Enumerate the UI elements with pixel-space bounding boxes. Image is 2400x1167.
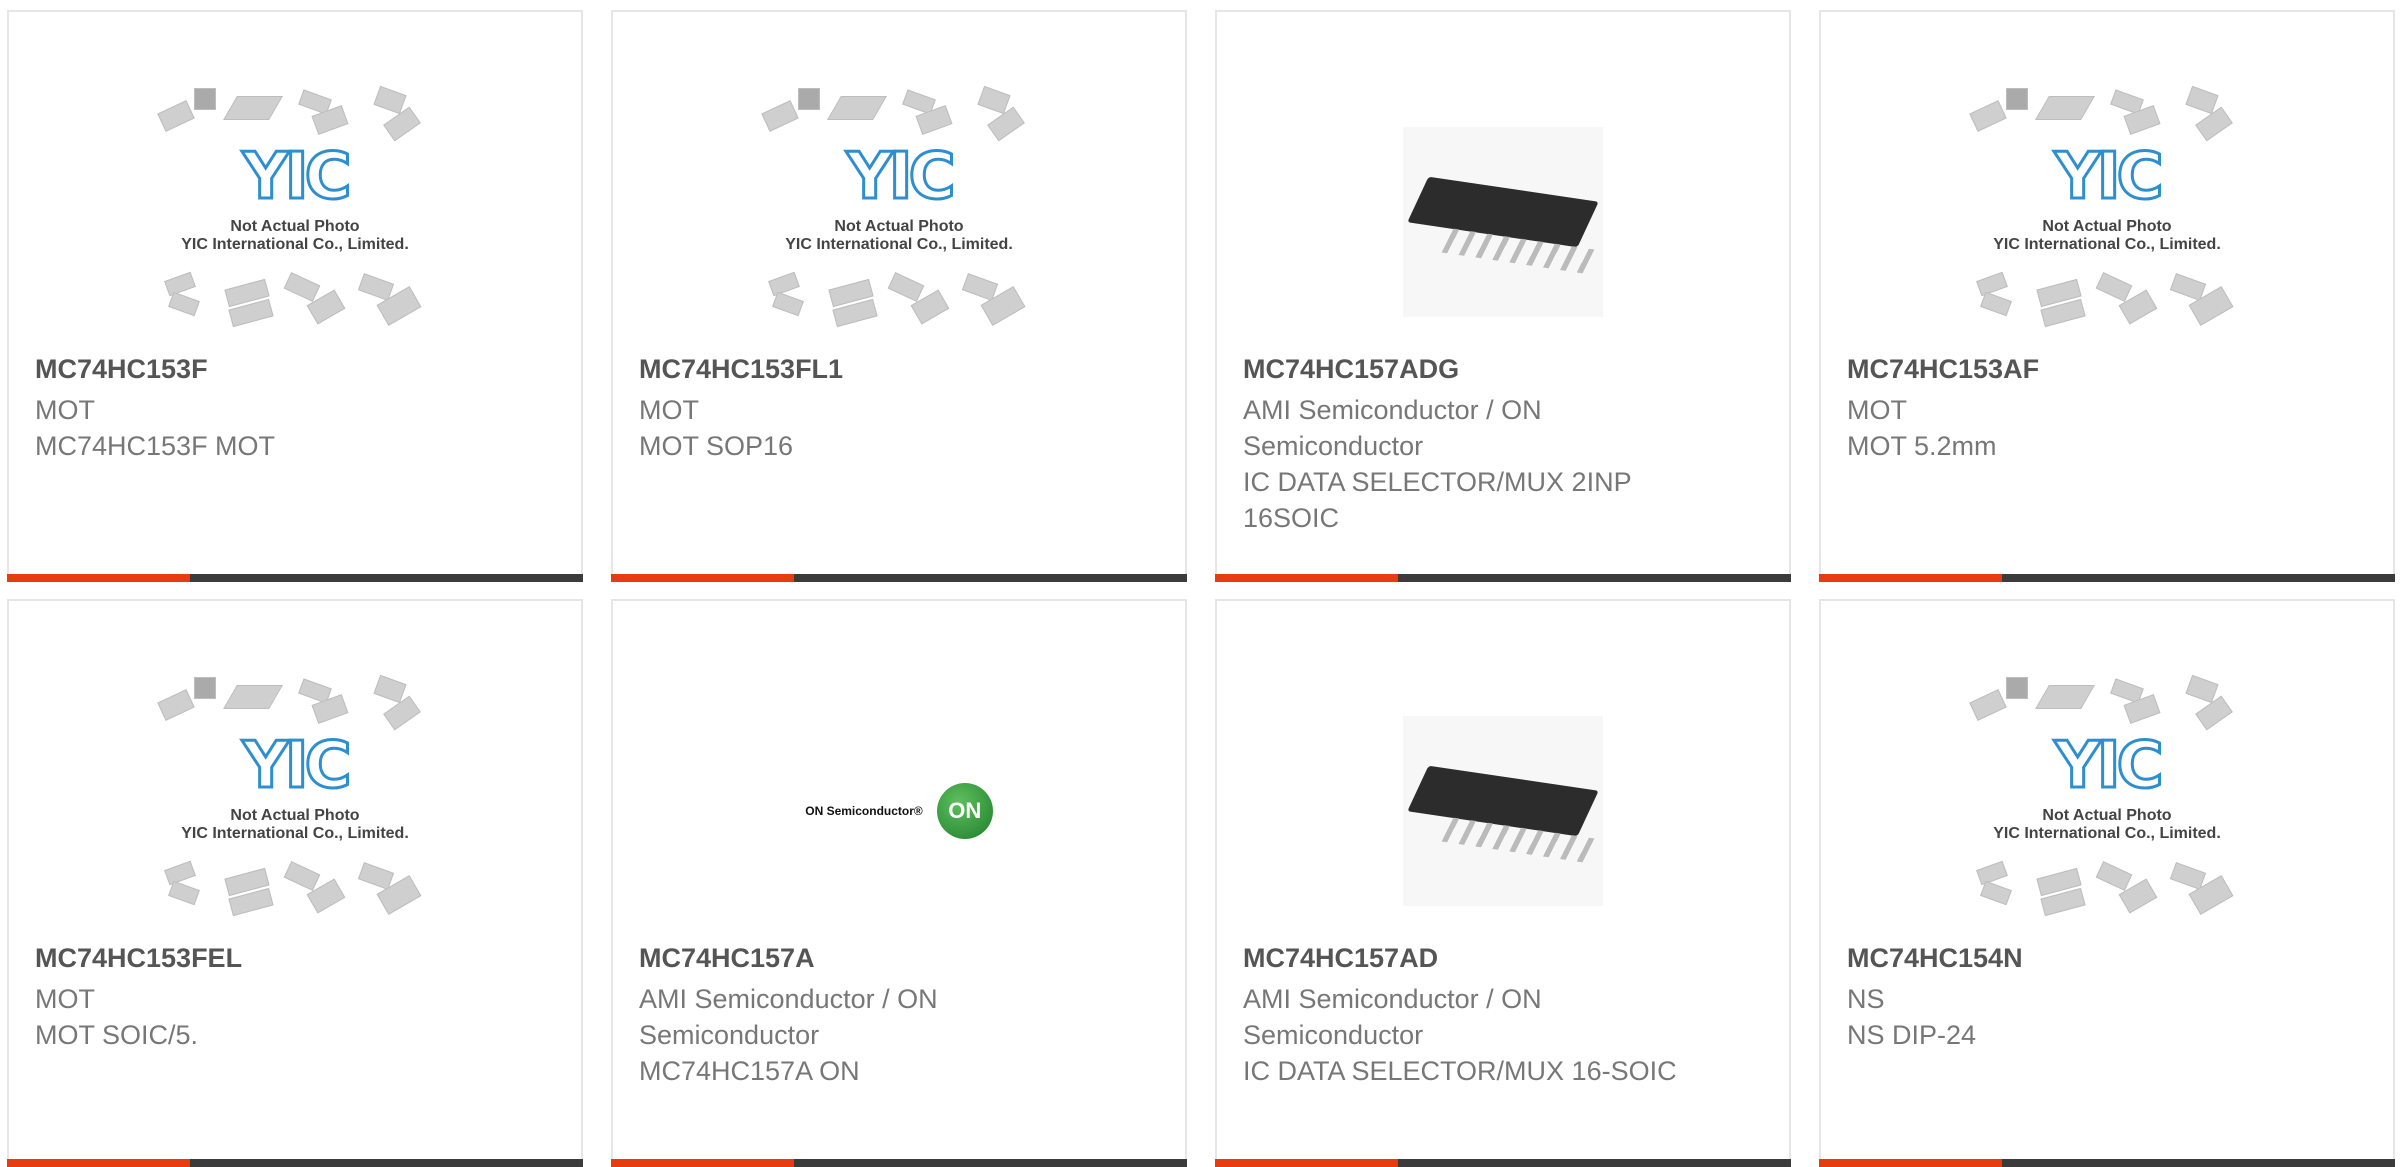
placeholder-caption-1: Not Actual Photo	[230, 218, 360, 235]
product-card[interactable]: YIC Not Actual Photo YIC International C…	[1819, 10, 2395, 582]
product-card[interactable]: YIC Not Actual Photo YIC International C…	[1819, 599, 2395, 1167]
on-semiconductor-logo: ON Semiconductor® ON	[805, 783, 993, 839]
placeholder-caption-1: Not Actual Photo	[230, 807, 360, 824]
product-card[interactable]: YIC Not Actual Photo YIC International C…	[7, 10, 583, 582]
placeholder-caption-1: Not Actual Photo	[2042, 807, 2172, 824]
product-description: MC74HC153F MOT	[35, 431, 276, 461]
product-manufacturer: MOT	[1847, 395, 1907, 425]
card-bottom-bar	[1819, 574, 2395, 582]
product-description: MOT SOIC/5.	[35, 1020, 199, 1050]
product-image[interactable]: YIC Not Actual Photo YIC International C…	[9, 673, 581, 949]
yic-logo: YIC	[845, 140, 957, 214]
product-part-number[interactable]: MC74HC153FEL	[35, 943, 242, 974]
placeholder-caption-2: YIC International Co., Limited.	[1993, 236, 2221, 253]
product-card[interactable]: YIC Not Actual Photo YIC International C…	[611, 10, 1187, 582]
product-part-number[interactable]: MC74HC153F	[35, 354, 208, 385]
soic-chip-image	[1403, 127, 1603, 317]
product-manufacturer: MOT	[639, 395, 699, 425]
product-part-number[interactable]: MC74HC153AF	[1847, 354, 2039, 385]
product-manufacturer: MOT	[35, 984, 95, 1014]
yic-logo: YIC	[2053, 140, 2165, 214]
placeholder-caption-1: Not Actual Photo	[2042, 218, 2172, 235]
product-manufacturer: AMI Semiconductor / ON Semiconductor	[639, 984, 938, 1050]
product-manufacturer: AMI Semiconductor / ON Semiconductor	[1243, 984, 1542, 1050]
product-manufacturer: NS	[1847, 984, 1885, 1014]
placeholder-caption-2: YIC International Co., Limited.	[1993, 825, 2221, 842]
product-description: IC DATA SELECTOR/MUX 16-SOIC	[1243, 1056, 1677, 1086]
product-image[interactable]: YIC Not Actual Photo YIC International C…	[1821, 84, 2393, 360]
product-card[interactable]: YIC Not Actual Photo YIC International C…	[7, 599, 583, 1167]
soic-chip-image	[1403, 716, 1603, 906]
product-grid: YIC Not Actual Photo YIC International C…	[0, 0, 2400, 1167]
placeholder-caption-1: Not Actual Photo	[834, 218, 964, 235]
yic-logo: YIC	[241, 729, 353, 803]
yic-placeholder-image: YIC Not Actual Photo YIC International C…	[150, 673, 440, 949]
product-image[interactable]	[1217, 84, 1789, 360]
on-badge-icon: ON	[936, 783, 993, 839]
product-image[interactable]: YIC Not Actual Photo YIC International C…	[613, 84, 1185, 360]
yic-placeholder-image: YIC Not Actual Photo YIC International C…	[754, 84, 1044, 360]
product-part-number[interactable]: MC74HC157AD	[1243, 943, 1438, 974]
product-part-number[interactable]: MC74HC157A	[639, 943, 815, 974]
product-description: IC DATA SELECTOR/MUX 2INP 16SOIC	[1243, 467, 1632, 533]
card-bottom-bar	[7, 1159, 583, 1167]
placeholder-caption-2: YIC International Co., Limited.	[181, 825, 409, 842]
product-image[interactable]: YIC Not Actual Photo YIC International C…	[1821, 673, 2393, 949]
product-description: NS DIP-24	[1847, 1020, 1977, 1050]
yic-placeholder-image: YIC Not Actual Photo YIC International C…	[1962, 673, 2252, 949]
yic-placeholder-image: YIC Not Actual Photo YIC International C…	[150, 84, 440, 360]
product-image[interactable]: YIC Not Actual Photo YIC International C…	[9, 84, 581, 360]
product-description: MC74HC157A ON	[639, 1056, 860, 1086]
card-bottom-bar	[1215, 1159, 1791, 1167]
product-manufacturer: MOT	[35, 395, 95, 425]
product-manufacturer: AMI Semiconductor / ON Semiconductor	[1243, 395, 1542, 461]
product-card[interactable]: MC74HC157AD AMI Semiconductor / ON Semic…	[1215, 599, 1791, 1167]
yic-placeholder-image: YIC Not Actual Photo YIC International C…	[1962, 84, 2252, 360]
product-card[interactable]: MC74HC157ADG AMI Semiconductor / ON Semi…	[1215, 10, 1791, 582]
yic-logo: YIC	[2053, 729, 2165, 803]
card-bottom-bar	[7, 574, 583, 582]
product-image[interactable]	[1217, 673, 1789, 949]
card-bottom-bar	[611, 574, 1187, 582]
yic-logo: YIC	[241, 140, 353, 214]
placeholder-caption-2: YIC International Co., Limited.	[785, 236, 1013, 253]
product-part-number[interactable]: MC74HC153FL1	[639, 354, 843, 385]
placeholder-caption-2: YIC International Co., Limited.	[181, 236, 409, 253]
product-part-number[interactable]: MC74HC154N	[1847, 943, 2023, 974]
product-part-number[interactable]: MC74HC157ADG	[1243, 354, 1459, 385]
card-bottom-bar	[1215, 574, 1791, 582]
card-bottom-bar	[1819, 1159, 2395, 1167]
card-bottom-bar	[611, 1159, 1187, 1167]
product-description: MOT SOP16	[639, 431, 794, 461]
product-description: MOT 5.2mm	[1847, 431, 1997, 461]
product-card[interactable]: ON Semiconductor® ON MC74HC157A AMI Semi…	[611, 599, 1187, 1167]
product-image[interactable]: ON Semiconductor® ON	[613, 673, 1185, 949]
on-wordmark: ON Semiconductor®	[805, 804, 923, 818]
